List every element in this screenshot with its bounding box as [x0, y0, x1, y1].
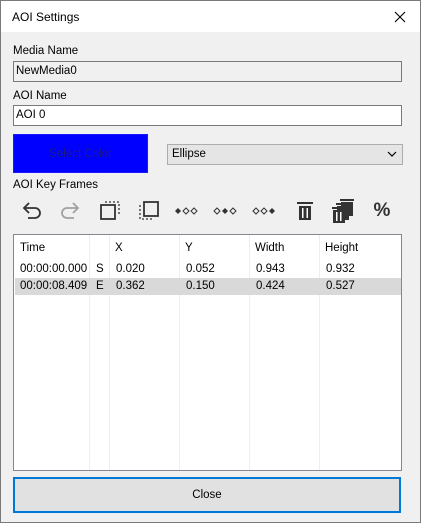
cell-width: 0.943 [256, 263, 285, 275]
cell-flag: S [96, 263, 104, 275]
percent-icon: % [373, 200, 391, 221]
aoi-key-frames-label: AOI Key Frames [13, 179, 98, 191]
column-header-width[interactable]: Width [249, 235, 284, 260]
title-bar: AOI Settings [1, 1, 420, 32]
percent-button[interactable]: % [369, 198, 395, 224]
undo-button[interactable] [19, 198, 45, 224]
shape-select[interactable]: Ellipse [167, 144, 403, 165]
window-close-button[interactable] [380, 1, 420, 32]
column-header-y[interactable]: Y [179, 235, 193, 260]
column-header-x[interactable]: X [109, 235, 123, 260]
copy-frame-icon [100, 201, 120, 220]
column-header-height[interactable]: Height [319, 235, 358, 260]
cell-x: 0.362 [116, 280, 145, 292]
select-color-button[interactable]: Select Color [13, 134, 148, 173]
redo-button[interactable] [57, 198, 83, 224]
cell-height: 0.527 [326, 280, 355, 292]
cell-x: 0.020 [116, 263, 145, 275]
cell-time: 00:00:00.000 [20, 263, 88, 275]
paste-frame-button[interactable] [136, 198, 162, 224]
media-name-field: NewMedia0 [13, 61, 402, 82]
aoi-name-label: AOI Name [13, 90, 67, 102]
redo-icon [61, 202, 80, 219]
cell-height: 0.932 [326, 263, 355, 275]
close-button-label: Close [192, 489, 222, 501]
cell-width: 0.424 [256, 280, 285, 292]
cell-y: 0.052 [186, 263, 215, 275]
delete-all-icon [332, 199, 354, 223]
keyframes-table[interactable]: Time X Y Width Height 00:00:00.000 S 0.0… [13, 234, 402, 471]
column-header-time[interactable]: Time [14, 235, 45, 260]
paste-frame-icon [139, 201, 159, 220]
close-button[interactable]: Close [13, 477, 401, 513]
last-keyframe-button[interactable] [252, 198, 278, 224]
aoi-settings-dialog: AOI Settings Media Name NewMedia0 AOI Na… [0, 0, 421, 523]
chevron-down-icon [387, 151, 397, 157]
delete-all-keyframes-button[interactable] [330, 198, 356, 224]
window-title: AOI Settings [12, 10, 80, 24]
table-row[interactable]: 00:00:00.000 S 0.020 0.052 0.943 0.932 [15, 261, 401, 278]
table-row-selected[interactable]: 00:00:08.409 E 0.362 0.150 0.424 0.527 [15, 278, 401, 295]
middle-keyframe-button[interactable] [213, 198, 239, 224]
media-name-label: Media Name [13, 45, 79, 57]
close-icon [394, 11, 406, 22]
cell-y: 0.150 [186, 280, 215, 292]
cell-flag: E [96, 280, 104, 292]
copy-frame-button[interactable] [97, 198, 123, 224]
cell-time: 00:00:08.409 [20, 280, 88, 292]
first-keyframe-icon [175, 207, 198, 215]
delete-keyframe-button[interactable] [292, 198, 318, 224]
aoi-name-input[interactable]: AOI 0 [13, 105, 402, 126]
delete-icon [297, 202, 313, 220]
shape-select-value: Ellipse [172, 148, 206, 160]
select-color-label: Select Color [49, 147, 112, 160]
column-header-flag[interactable] [89, 235, 95, 260]
middle-keyframe-icon [213, 207, 237, 215]
last-keyframe-icon [252, 207, 275, 215]
first-keyframe-button[interactable] [174, 198, 200, 224]
undo-icon [22, 202, 41, 219]
